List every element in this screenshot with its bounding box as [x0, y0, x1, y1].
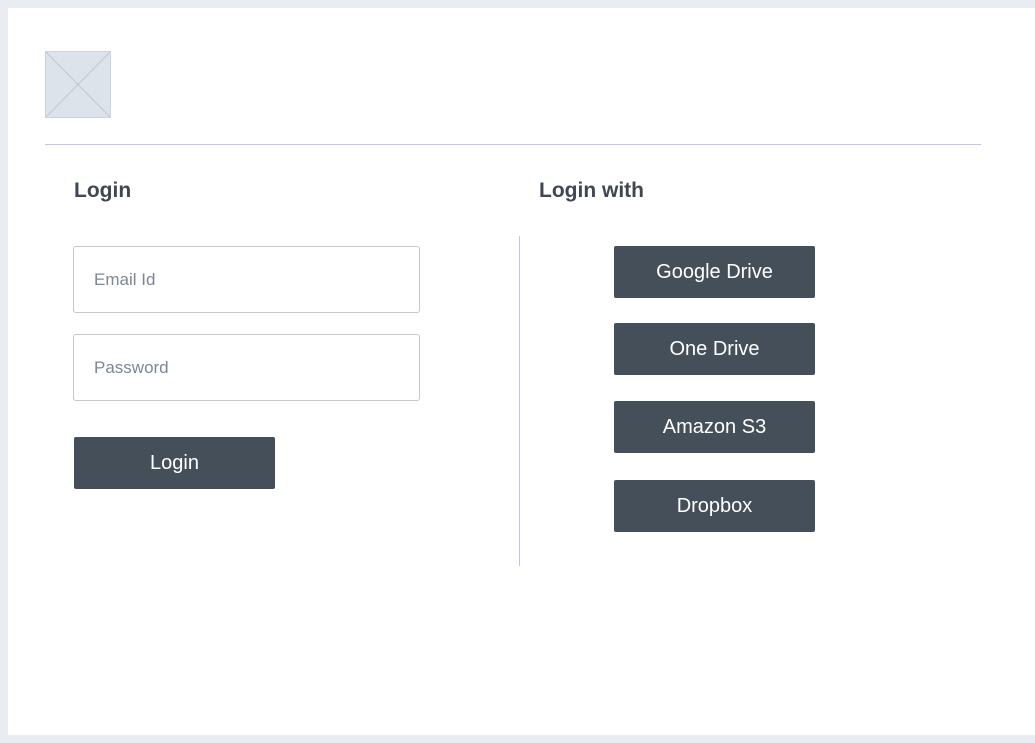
google-drive-button[interactable]: Google Drive	[614, 246, 815, 298]
login-button[interactable]: Login	[74, 437, 275, 489]
email-input[interactable]	[73, 246, 420, 313]
login-with-section-title: Login with	[539, 179, 644, 202]
password-input[interactable]	[73, 334, 420, 401]
login-page: Login Login Login with Google Drive One …	[8, 8, 1035, 735]
login-section-title: Login	[74, 179, 132, 202]
amazon-s3-button[interactable]: Amazon S3	[614, 401, 815, 453]
image-placeholder-icon	[46, 52, 110, 117]
one-drive-button[interactable]: One Drive	[614, 323, 815, 375]
logo-placeholder-image	[45, 51, 111, 118]
dropbox-button[interactable]: Dropbox	[614, 480, 815, 532]
section-divider	[519, 236, 520, 566]
header-divider	[45, 144, 981, 145]
